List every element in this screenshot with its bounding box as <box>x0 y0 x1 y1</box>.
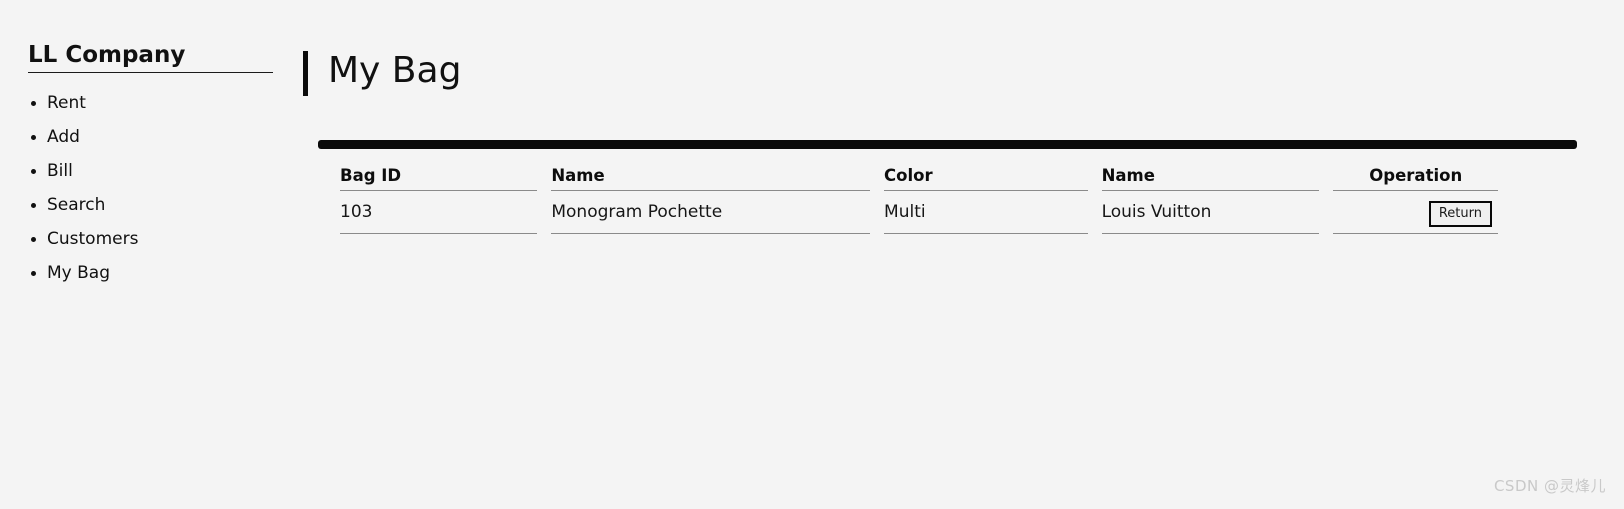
column-header-name: Name <box>551 161 871 191</box>
cell-brand: Louis Vuitton <box>1101 191 1320 234</box>
bullet-icon <box>31 202 36 208</box>
bullet-icon <box>31 100 36 106</box>
brand-heading: LL Company <box>28 42 186 68</box>
sidebar-item-label: Customers <box>47 229 139 249</box>
brand-divider <box>28 72 273 73</box>
watermark: CSDN @灵烽儿 <box>1493 477 1606 495</box>
cell-operation: Return <box>1333 191 1498 234</box>
sidebar-item-customers[interactable]: Customers <box>0 222 290 256</box>
table-body: 103 Monogram Pochette Multi Louis Vuitto… <box>340 191 1498 234</box>
bullet-icon <box>31 236 36 242</box>
sidebar-item-label: Add <box>47 127 80 147</box>
sidebar-item-label: Bill <box>47 161 73 181</box>
title-accent-bar <box>303 51 308 96</box>
page-title: My Bag <box>328 50 462 91</box>
cell-name: Monogram Pochette <box>551 191 871 234</box>
sidebar-item-rent[interactable]: Rent <box>0 86 290 120</box>
sidebar-item-label: My Bag <box>47 263 111 283</box>
sidebar-item-add[interactable]: Add <box>0 120 290 154</box>
bullet-icon <box>31 270 36 276</box>
table-top-bar <box>318 140 1577 149</box>
sidebar-item-label: Rent <box>47 93 86 113</box>
sidebar-item-label: Search <box>47 195 106 215</box>
column-header-color: Color <box>884 161 1088 191</box>
bag-table-container: Bag ID Name Color Name Operation 103 Mon… <box>318 140 1578 234</box>
table-head: Bag ID Name Color Name Operation <box>340 161 1498 191</box>
cell-color: Multi <box>884 191 1088 234</box>
sidebar-item-bill[interactable]: Bill <box>0 154 290 188</box>
sidebar-item-my-bag[interactable]: My Bag <box>0 256 290 290</box>
bullet-icon <box>31 168 36 174</box>
column-header-brand: Name <box>1101 161 1320 191</box>
bag-table: Bag ID Name Color Name Operation 103 Mon… <box>326 161 1512 234</box>
column-header-operation: Operation <box>1333 161 1498 191</box>
return-button[interactable]: Return <box>1428 201 1492 227</box>
main-content: My Bag Bag ID Name Color Name Operation … <box>290 0 1624 509</box>
bullet-icon <box>31 134 36 140</box>
cell-bag-id: 103 <box>340 191 538 234</box>
sidebar-nav: Rent Add Bill Search Customers My Bag <box>0 86 290 290</box>
sidebar-item-search[interactable]: Search <box>0 188 290 222</box>
table-row: 103 Monogram Pochette Multi Louis Vuitto… <box>340 191 1498 234</box>
table-header-row: Bag ID Name Color Name Operation <box>340 161 1498 191</box>
sidebar: LL Company Rent Add Bill Search Customer… <box>0 0 290 509</box>
column-header-bag-id: Bag ID <box>340 161 538 191</box>
